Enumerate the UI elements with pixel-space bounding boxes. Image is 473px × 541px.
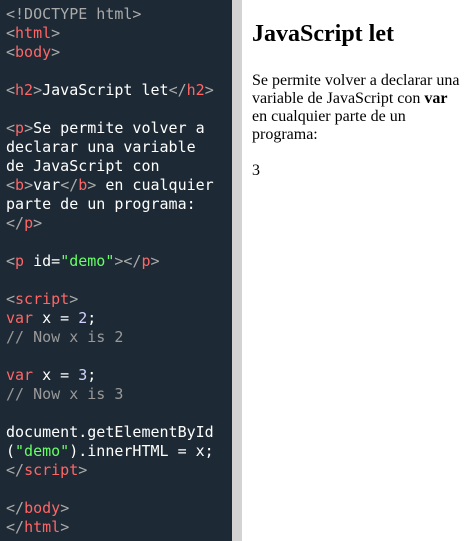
code-token-bracket: > <box>24 176 34 194</box>
code-token-bracket: < <box>6 24 16 42</box>
code-line: declarar una variable <box>6 138 196 156</box>
code-token-plain: ).innerHTML = x; <box>69 442 214 460</box>
code-line: <p>Se permite volver a <box>6 119 205 137</box>
code-token-bracket: > <box>78 461 88 479</box>
code-token-text: en cualquier <box>96 176 214 194</box>
code-token-tag: p <box>24 214 34 232</box>
code-token-bracket: < <box>6 119 16 137</box>
code-token-string: "demo" <box>15 442 70 460</box>
paragraph-text-end: en cualquier parte de un programa: <box>252 108 406 143</box>
code-token-eq: = <box>51 252 61 270</box>
code-token-tag: script <box>24 461 79 479</box>
code-token-bracket: > <box>60 499 70 517</box>
code-line: <h2>JavaScript let</h2> <box>6 81 214 99</box>
code-token-bracket: < <box>6 43 16 61</box>
code-token-tag: h2 <box>186 81 205 99</box>
code-token-tag: h2 <box>15 81 34 99</box>
code-token-number: 3 <box>78 366 88 384</box>
code-token-tag: p <box>141 252 151 270</box>
code-token-tag: script <box>15 290 70 308</box>
code-token-comment: // Now x is 3 <box>6 385 124 403</box>
code-token-text: var <box>33 176 61 194</box>
code-token-number: 2 <box>78 309 88 327</box>
code-token-bracket: > <box>33 81 43 99</box>
demo-output: 3 <box>252 162 260 179</box>
code-token-tag: body <box>24 499 61 517</box>
code-line: </body> <box>6 499 69 517</box>
code-line: <p id="demo"></p> <box>6 252 160 270</box>
code-line: parte de un programa: <box>6 195 196 213</box>
code-token-bracket: < <box>6 176 16 194</box>
code-token-bracket: > <box>150 252 160 270</box>
code-token-bracket: > <box>33 214 43 232</box>
result-pane: JavaScript let Se permite volver a decla… <box>242 0 473 541</box>
code-token-plain: ; <box>87 366 97 384</box>
code-line: document.getElementById <box>6 423 214 441</box>
code-token-bracket: </ <box>60 176 79 194</box>
code-token-keyword: var <box>6 309 34 327</box>
code-line: <b>var</b> en cualquier <box>6 176 214 194</box>
code-line: <script> <box>6 290 78 308</box>
code-token-bracket: < <box>6 252 16 270</box>
code-token-bracket: > <box>60 518 70 536</box>
code-editor-pane[interactable]: <!DOCTYPE html> <html> <body> <h2>JavaSc… <box>0 0 232 541</box>
code-token-tag: html <box>24 518 61 536</box>
code-token-plain: x = <box>33 366 79 384</box>
code-token-keyword: var <box>6 366 34 384</box>
paragraph-bold-var: var <box>424 90 448 107</box>
result-paragraph: Se permite volver a declarar una variabl… <box>252 72 465 144</box>
code-line: <body> <box>6 43 60 61</box>
code-line: </p> <box>6 214 42 232</box>
code-token-bracket: > <box>87 176 97 194</box>
code-line: <!DOCTYPE html> <box>6 5 141 23</box>
code-line: var x = 2; <box>6 309 96 327</box>
code-block[interactable]: <!DOCTYPE html> <html> <body> <h2>JavaSc… <box>6 5 232 537</box>
code-line: </script> <box>6 461 87 479</box>
code-line: de JavaScript con <box>6 157 160 175</box>
code-token-text: declarar una variable <box>6 138 196 156</box>
code-token-bracket: </ <box>6 214 25 232</box>
code-token-plain: ; <box>87 309 97 327</box>
code-token-text: parte de un programa: <box>6 195 196 213</box>
code-token-bracket: </ <box>168 81 187 99</box>
code-token-bracket: </ <box>6 499 25 517</box>
code-token-bracket: </ <box>6 518 25 536</box>
code-token-comment: // Now x is 2 <box>6 328 124 346</box>
code-token-bracket: > <box>51 43 61 61</box>
code-token-bracket: < <box>6 81 16 99</box>
code-token-plain: ( <box>6 442 16 460</box>
code-token-tag: html <box>15 24 52 42</box>
pane-divider[interactable] <box>232 0 242 541</box>
code-token-text: JavaScript let <box>42 81 169 99</box>
code-token-bracket: </ <box>123 252 142 270</box>
code-line: // Now x is 2 <box>6 328 123 346</box>
code-line: </html> <box>6 518 69 536</box>
code-token-bracket: > <box>51 24 61 42</box>
code-token-text: de JavaScript con <box>6 157 160 175</box>
code-token-bracket: </ <box>6 461 25 479</box>
code-token-tag: b <box>78 176 88 194</box>
code-token-bracket: <!DOCTYPE html> <box>6 5 142 23</box>
code-token-tag: body <box>15 43 52 61</box>
code-token-bracket: > <box>204 81 214 99</box>
code-token-bracket: > <box>69 290 79 308</box>
code-token-tag: p <box>15 252 25 270</box>
result-title: JavaScript let <box>252 21 394 47</box>
code-token-plain: x = <box>33 309 79 327</box>
code-token-bracket: < <box>6 290 16 308</box>
code-token-tag: b <box>15 176 25 194</box>
code-line: var x = 3; <box>6 366 96 384</box>
code-token-string: "demo" <box>60 252 115 270</box>
code-token-bracket: > <box>24 119 34 137</box>
tryit-editor: <!DOCTYPE html> <html> <body> <h2>JavaSc… <box>0 0 473 541</box>
code-token-tag: p <box>15 119 25 137</box>
code-line: ("demo").innerHTML = x; <box>6 442 214 460</box>
code-line: // Now x is 3 <box>6 385 123 403</box>
code-token-text: Se permite volver a <box>33 119 205 137</box>
code-token-attr: id <box>24 252 52 270</box>
code-token-plain: document.getElementById <box>6 423 214 441</box>
code-line: <html> <box>6 24 60 42</box>
